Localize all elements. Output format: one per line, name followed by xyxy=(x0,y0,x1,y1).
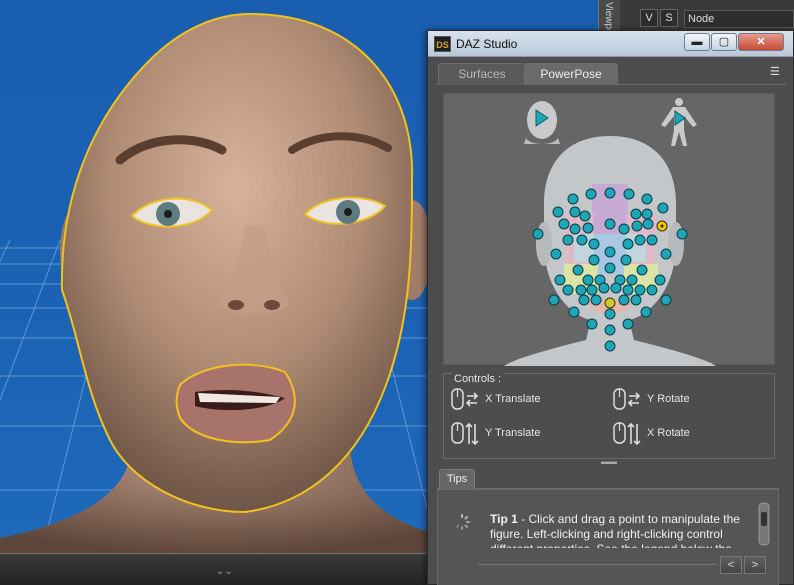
head-model[interactable] xyxy=(0,0,430,555)
title-bar[interactable]: DS DAZ Studio ▬ ▢ ✕ xyxy=(428,31,793,57)
tab-powerpose[interactable]: PowerPose xyxy=(524,63,618,85)
view-toggle-s[interactable]: S xyxy=(660,9,678,27)
tab-viewport[interactable]: Viewport xyxy=(598,0,620,41)
control-label: Y Translate xyxy=(485,427,541,439)
close-button[interactable]: ✕ xyxy=(738,33,784,51)
viewport-status-bar: ⌄⌄ xyxy=(0,553,430,585)
window-title: DAZ Studio xyxy=(456,37,518,51)
resize-grip-icon[interactable]: ⌄⌄ xyxy=(216,566,233,577)
controls-title: Controls : xyxy=(452,373,504,385)
control-label: X Rotate xyxy=(647,427,690,439)
node-header: Node xyxy=(684,10,794,28)
mouse-vertical-icon xyxy=(613,422,641,446)
tip-text: Tip 1 - Click and drag a point to manipu… xyxy=(490,512,752,548)
next-tip-button[interactable]: > xyxy=(744,556,766,574)
control-label: Y Rotate xyxy=(647,393,690,405)
pane-tab-bar: Surfaces PowerPose ☰ xyxy=(436,63,786,85)
view-toggle-group: V S xyxy=(640,9,678,27)
minimize-button[interactable]: ▬ xyxy=(684,33,710,51)
tab-surfaces[interactable]: Surfaces xyxy=(438,63,526,85)
view-toggle-v[interactable]: V xyxy=(640,9,658,27)
tips-panel: Tip 1 - Click and drag a point to manipu… xyxy=(437,489,779,585)
loading-spinner-icon xyxy=(456,514,470,530)
head-template-icon[interactable] xyxy=(524,101,560,144)
tip-number: Tip 1 xyxy=(490,512,518,526)
tab-tips[interactable]: Tips xyxy=(439,469,475,489)
mouse-scroll-icon xyxy=(758,502,770,546)
mouse-horizontal-icon xyxy=(451,388,479,410)
tips-tab-bar: Tips xyxy=(437,469,779,489)
tip-body: - Click and drag a point to manipulate t… xyxy=(490,512,740,548)
previous-tip-button[interactable]: < xyxy=(720,556,742,574)
powerpose-window: DS DAZ Studio ▬ ▢ ✕ Surfaces PowerPose ☰ xyxy=(427,30,794,585)
tips-progress-track xyxy=(478,564,716,570)
pane-menu-icon[interactable]: ☰ xyxy=(770,65,786,79)
body-template-icon[interactable] xyxy=(661,98,697,146)
pane-splitter-handle[interactable]: ▬▬ xyxy=(598,458,620,466)
daz-logo-icon: DS xyxy=(434,36,451,52)
mouse-horizontal-icon xyxy=(613,388,641,410)
controls-legend: Controls : X Translate Y Rotate Y Transl… xyxy=(443,373,775,459)
maximize-button[interactable]: ▢ xyxy=(711,33,737,51)
mouse-vertical-icon xyxy=(451,422,479,446)
control-label: X Translate xyxy=(485,393,541,405)
powerpose-canvas[interactable] xyxy=(443,93,775,366)
